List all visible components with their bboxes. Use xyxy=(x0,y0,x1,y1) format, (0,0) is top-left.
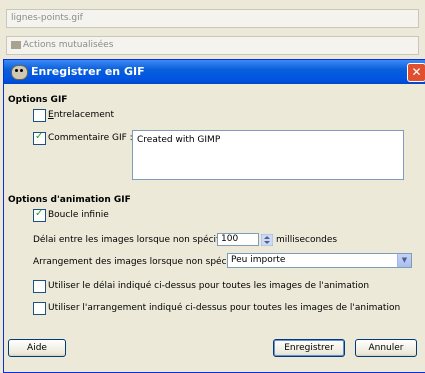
gimp-icon xyxy=(11,65,28,80)
use-disposal-checkbox[interactable] xyxy=(33,302,46,315)
use-delay-checkbox[interactable] xyxy=(33,280,46,293)
infinite-loop-label: Boucle infinie xyxy=(48,210,109,220)
shared-actions-row[interactable]: Actions mutualisées xyxy=(6,36,419,55)
shared-actions-label: Actions mutualisées xyxy=(23,40,114,50)
close-button[interactable]: ✕ xyxy=(407,63,425,82)
spin-arrows-icon[interactable] xyxy=(261,234,273,246)
file-name-field: lignes-points.gif xyxy=(6,9,419,28)
animation-options-heading: Options d'animation GIF xyxy=(8,195,131,205)
delay-value: 100 xyxy=(221,234,239,244)
infinite-loop-checkbox[interactable] xyxy=(33,208,46,222)
disposal-value: Peu importe xyxy=(231,255,286,265)
comment-label: Commentaire GIF : xyxy=(48,133,133,143)
disposal-select[interactable]: Peu importe ▼ xyxy=(227,253,412,268)
interlace-label: Entrelacement xyxy=(48,110,114,120)
comment-checkbox[interactable] xyxy=(33,131,46,145)
interlace-checkbox[interactable] xyxy=(33,109,46,122)
interlace-label-rest: ntrelacement xyxy=(53,110,114,120)
use-delay-label: Utiliser le délai indiqué ci-dessus pour… xyxy=(48,281,370,291)
dialog-titlebar: Enregistrer en GIF ✕ xyxy=(4,60,425,84)
cancel-button[interactable]: Annuler xyxy=(355,339,417,357)
file-name-text: lignes-points.gif xyxy=(11,13,83,23)
help-button[interactable]: Aide xyxy=(8,339,66,357)
delay-spinbox[interactable]: 100 xyxy=(217,233,273,246)
delay-label: Délai entre les images lorsque non spéci… xyxy=(33,235,234,245)
disposal-label: Arrangement des images lorsque non spéci… xyxy=(33,257,247,267)
chevron-down-icon[interactable]: ▼ xyxy=(397,254,411,267)
dialog-title: Enregistrer en GIF xyxy=(31,65,145,78)
gif-options-heading: Options GIF xyxy=(8,95,68,105)
folder-icon xyxy=(11,41,21,49)
use-disposal-label: Utiliser l'arrangement indiqué ci-dessus… xyxy=(48,303,401,313)
comment-textarea[interactable]: Created with GIMP xyxy=(132,130,404,180)
comment-text: Created with GIMP xyxy=(137,135,221,145)
delay-unit: millisecondes xyxy=(276,235,338,245)
save-button[interactable]: Enregistrer xyxy=(273,339,345,357)
